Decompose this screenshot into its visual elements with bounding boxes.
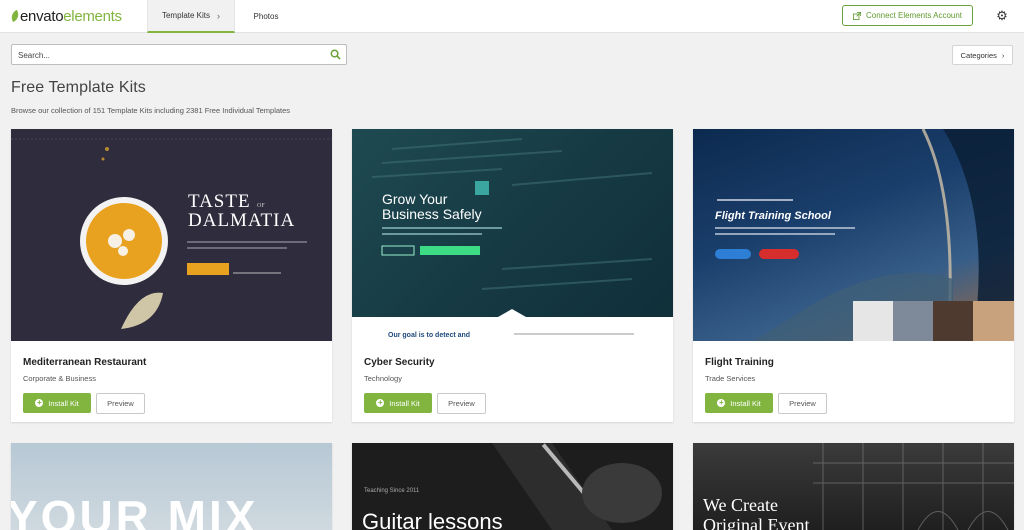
plus-icon: +: [376, 398, 385, 407]
kit-thumbnail[interactable]: Flight Training School: [693, 129, 1014, 341]
tab-template-kits[interactable]: Template Kits ›: [147, 0, 235, 33]
chevron-right-icon: ›: [1001, 50, 1005, 60]
gear-icon[interactable]: ⚙: [995, 9, 1009, 23]
kit-thumbnail[interactable]: Teaching Since 2011 Guitar lessons: [352, 443, 673, 530]
preview-button[interactable]: Preview: [778, 393, 827, 414]
kit-thumbnail[interactable]: Grow Your Business Safely Our goal is to…: [352, 129, 673, 341]
install-kit-button[interactable]: + Install Kit: [23, 393, 91, 413]
template-kit-card: We Create Original Event: [693, 443, 1014, 530]
envato-elements-logo[interactable]: envatoelements: [9, 8, 122, 25]
art-headline: Grow Your: [382, 191, 448, 207]
template-kit-card: YOUR MIX: [11, 443, 332, 530]
kit-category: Technology: [364, 374, 402, 383]
search-icon[interactable]: [330, 49, 341, 60]
install-kit-button[interactable]: + Install Kit: [364, 393, 432, 413]
leaf-icon: [9, 9, 21, 23]
cyber-security-thumbnail-art: Grow Your Business Safely Our goal is to…: [352, 138, 673, 341]
art-text: Teaching Since 2011: [364, 488, 420, 494]
search-box: [11, 44, 347, 65]
art-headline: Guitar lessons: [362, 509, 503, 530]
art-headline: We Create: [703, 495, 778, 515]
flight-training-thumbnail-art: Flight Training School: [715, 129, 1014, 341]
template-kit-card: Teaching Since 2011 Guitar lessons: [352, 443, 673, 530]
kit-thumbnail[interactable]: YOUR MIX: [11, 443, 332, 530]
preview-button[interactable]: Preview: [96, 393, 145, 414]
plus-icon: +: [35, 398, 44, 407]
guitar-thumbnail-art: Teaching Since 2011 Guitar lessons: [362, 443, 662, 530]
template-kit-card: TASTE OF DALMATIA Mediterranean Restaura…: [11, 129, 332, 422]
chevron-right-icon: ›: [217, 10, 221, 21]
kit-title[interactable]: Cyber Security: [364, 357, 435, 368]
mix-thumbnail-art: YOUR MIX: [11, 491, 258, 530]
categories-button[interactable]: Categories ›: [952, 45, 1013, 65]
event-thumbnail-art: We Create Original Event: [703, 443, 1014, 530]
kit-title[interactable]: Mediterranean Restaurant: [23, 357, 146, 368]
plus-icon: +: [717, 398, 726, 407]
art-headline: Business Safely: [382, 206, 482, 222]
page-title: Free Template Kits: [11, 79, 146, 96]
template-kit-card: Flight Training School Flight Training T…: [693, 129, 1014, 422]
art-headline: TASTE: [188, 191, 251, 212]
art-headline: DALMATIA: [188, 210, 295, 231]
art-text: Our goal is to detect and: [388, 332, 470, 339]
connect-elements-account-button[interactable]: Connect Elements Account: [842, 5, 973, 26]
page-subtitle: Browse our collection of 151 Template Ki…: [11, 106, 291, 115]
preview-button[interactable]: Preview: [437, 393, 486, 414]
kit-thumbnail[interactable]: We Create Original Event: [693, 443, 1014, 530]
install-kit-button[interactable]: + Install Kit: [705, 393, 773, 413]
art-headline: Original Event: [703, 515, 809, 530]
art-headline: YOUR MIX: [11, 491, 258, 530]
external-link-icon: [852, 11, 861, 20]
template-kit-card: Grow Your Business Safely Our goal is to…: [352, 129, 673, 422]
kit-thumbnail[interactable]: TASTE OF DALMATIA: [11, 129, 332, 341]
kit-category: Corporate & Business: [23, 374, 96, 383]
art-headline: OF: [257, 203, 265, 209]
art-headline: Flight Training School: [715, 210, 832, 222]
kit-title[interactable]: Flight Training: [705, 357, 774, 368]
top-bar: envatoelements Template Kits › Photos Co…: [0, 0, 1024, 33]
restaurant-thumbnail-art: TASTE OF DALMATIA: [11, 138, 332, 329]
search-input[interactable]: [12, 46, 312, 65]
tab-photos[interactable]: Photos: [238, 0, 294, 33]
kit-category: Trade Services: [705, 374, 756, 383]
